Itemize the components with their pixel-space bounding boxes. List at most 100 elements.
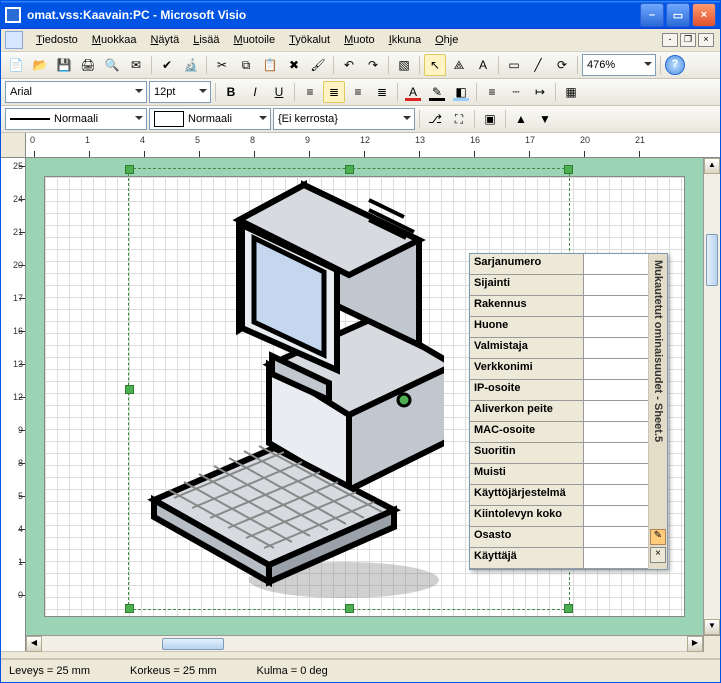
resize-handle-ne[interactable]	[564, 165, 573, 174]
menu-muokkaa[interactable]: Muokkaa	[85, 32, 144, 48]
property-row[interactable]: Suoritin	[470, 443, 648, 464]
email-button[interactable]: ✉	[125, 54, 147, 76]
property-value[interactable]	[584, 548, 648, 568]
property-row[interactable]: Sarjanumero	[470, 254, 648, 275]
menu-muotoile[interactable]: Muotoile	[227, 32, 283, 48]
property-value[interactable]	[584, 401, 648, 421]
property-row[interactable]: Rakennus	[470, 296, 648, 317]
property-row[interactable]: Huone	[470, 317, 648, 338]
help-button[interactable]: ?	[665, 55, 685, 75]
horizontal-ruler[interactable]: 014589121316172021	[26, 133, 720, 158]
mdi-restore-button[interactable]: ❐	[680, 33, 696, 47]
print-preview-button[interactable]: 🔍	[101, 54, 123, 76]
property-value[interactable]	[584, 422, 648, 442]
save-button[interactable]: 💾	[53, 54, 75, 76]
line-pattern-button[interactable]: ┄	[505, 81, 527, 103]
new-button[interactable]: 📄	[5, 54, 27, 76]
align-left-button[interactable]: ≡	[299, 81, 321, 103]
connect-shapes-button[interactable]: ⎇	[424, 108, 446, 130]
mdi-minimize-button[interactable]: -	[662, 33, 678, 47]
property-row[interactable]: Käyttäjä	[470, 548, 648, 569]
print-button[interactable]: 🖨	[77, 54, 99, 76]
align-shapes-button[interactable]: ▦	[560, 81, 582, 103]
font-name-combo[interactable]: Arial	[5, 81, 147, 103]
mdi-close-button[interactable]: ×	[698, 33, 714, 47]
property-value[interactable]	[584, 296, 648, 316]
menu-ohje[interactable]: Ohje	[428, 32, 465, 48]
property-row[interactable]: Verkkonimi	[470, 359, 648, 380]
italic-button[interactable]: I	[244, 81, 266, 103]
minimize-button[interactable]: –	[640, 3, 664, 27]
menu-muoto[interactable]: Muoto	[337, 32, 382, 48]
align-justify-button[interactable]: ≣	[371, 81, 393, 103]
menu-ikkuna[interactable]: Ikkuna	[382, 32, 428, 48]
line-tool-button[interactable]: ╱	[527, 54, 549, 76]
property-row[interactable]: MAC-osoite	[470, 422, 648, 443]
underline-button[interactable]: U	[268, 81, 290, 103]
open-button[interactable]: 📂	[29, 54, 51, 76]
delete-button[interactable]: ✖	[283, 54, 305, 76]
cut-button[interactable]: ✂	[211, 54, 233, 76]
bold-button[interactable]: B	[220, 81, 242, 103]
property-row[interactable]: Muisti	[470, 464, 648, 485]
font-size-combo[interactable]: 12pt	[149, 81, 211, 103]
pc-shape[interactable]	[144, 170, 444, 600]
panel-edit-button[interactable]: ✎	[650, 529, 666, 545]
custom-properties-panel[interactable]: SarjanumeroSijaintiRakennusHuoneValmista…	[469, 253, 668, 570]
horizontal-scrollbar-thumb[interactable]	[162, 638, 224, 650]
vertical-ruler[interactable]: 2524212017161312985410	[1, 158, 26, 651]
rectangle-tool-button[interactable]: ▭	[503, 54, 525, 76]
send-back-button[interactable]: ▼	[534, 108, 556, 130]
bring-front-button[interactable]: ▲	[510, 108, 532, 130]
property-value[interactable]	[584, 485, 648, 505]
scroll-down-button[interactable]: ▼	[704, 619, 720, 635]
property-value[interactable]	[584, 527, 648, 547]
property-value[interactable]	[584, 506, 648, 526]
property-value[interactable]	[584, 338, 648, 358]
vertical-scrollbar[interactable]: ▲ ▼	[703, 158, 720, 635]
rotate-button[interactable]: ⟳	[551, 54, 573, 76]
resize-handle-se[interactable]	[564, 604, 573, 613]
copy-button[interactable]: ⧉	[235, 54, 257, 76]
property-row[interactable]: Kiintolevyn koko	[470, 506, 648, 527]
close-button[interactable]: ×	[692, 3, 716, 27]
menu-lisää[interactable]: Lisää	[186, 32, 226, 48]
connector-tool-button[interactable]: ⟁	[448, 54, 470, 76]
format-painter-button[interactable]: 🖌	[307, 54, 329, 76]
maximize-button[interactable]: ▭	[666, 3, 690, 27]
resize-handle-s[interactable]	[345, 604, 354, 613]
group-button[interactable]: ▣	[479, 108, 501, 130]
line-ends-button[interactable]: ↦	[529, 81, 551, 103]
fill-style-combo[interactable]: Normaali	[149, 108, 271, 130]
menu-näytä[interactable]: Näytä	[143, 32, 186, 48]
property-row[interactable]: Sijainti	[470, 275, 648, 296]
property-row[interactable]: IP-osoite	[470, 380, 648, 401]
panel-titlebar[interactable]: Mukautetut ominaisuudet - Sheet.5 ✎ ×	[648, 254, 667, 569]
redo-button[interactable]: ↷	[362, 54, 384, 76]
resize-handle-w[interactable]	[125, 385, 134, 394]
property-value[interactable]	[584, 443, 648, 463]
undo-button[interactable]: ↶	[338, 54, 360, 76]
property-value[interactable]	[584, 317, 648, 337]
pointer-tool-button[interactable]: ↖	[424, 54, 446, 76]
line-style-combo[interactable]: Normaali	[5, 108, 147, 130]
fill-color-button[interactable]: ◧	[450, 81, 472, 103]
shapes-button[interactable]: ▧	[393, 54, 415, 76]
menu-tiedosto[interactable]: Tiedosto	[29, 32, 85, 48]
horizontal-scrollbar[interactable]: ◀ ▶	[26, 635, 703, 651]
text-tool-button[interactable]: A	[472, 54, 494, 76]
property-row[interactable]: Aliverkon peite	[470, 401, 648, 422]
property-row[interactable]: Valmistaja	[470, 338, 648, 359]
line-weight-button[interactable]: ≡	[481, 81, 503, 103]
align-right-button[interactable]: ≡	[347, 81, 369, 103]
research-button[interactable]: 🔬	[180, 54, 202, 76]
property-value[interactable]	[584, 464, 648, 484]
property-value[interactable]	[584, 275, 648, 295]
property-value[interactable]	[584, 359, 648, 379]
resize-handle-sw[interactable]	[125, 604, 134, 613]
property-row[interactable]: Käyttöjärjestelmä	[470, 485, 648, 506]
font-color-button[interactable]: A	[402, 81, 424, 103]
scroll-left-button[interactable]: ◀	[26, 636, 42, 652]
drawing-canvas[interactable]: SarjanumeroSijaintiRakennusHuoneValmista…	[26, 158, 703, 635]
align-center-button[interactable]: ≣	[323, 81, 345, 103]
